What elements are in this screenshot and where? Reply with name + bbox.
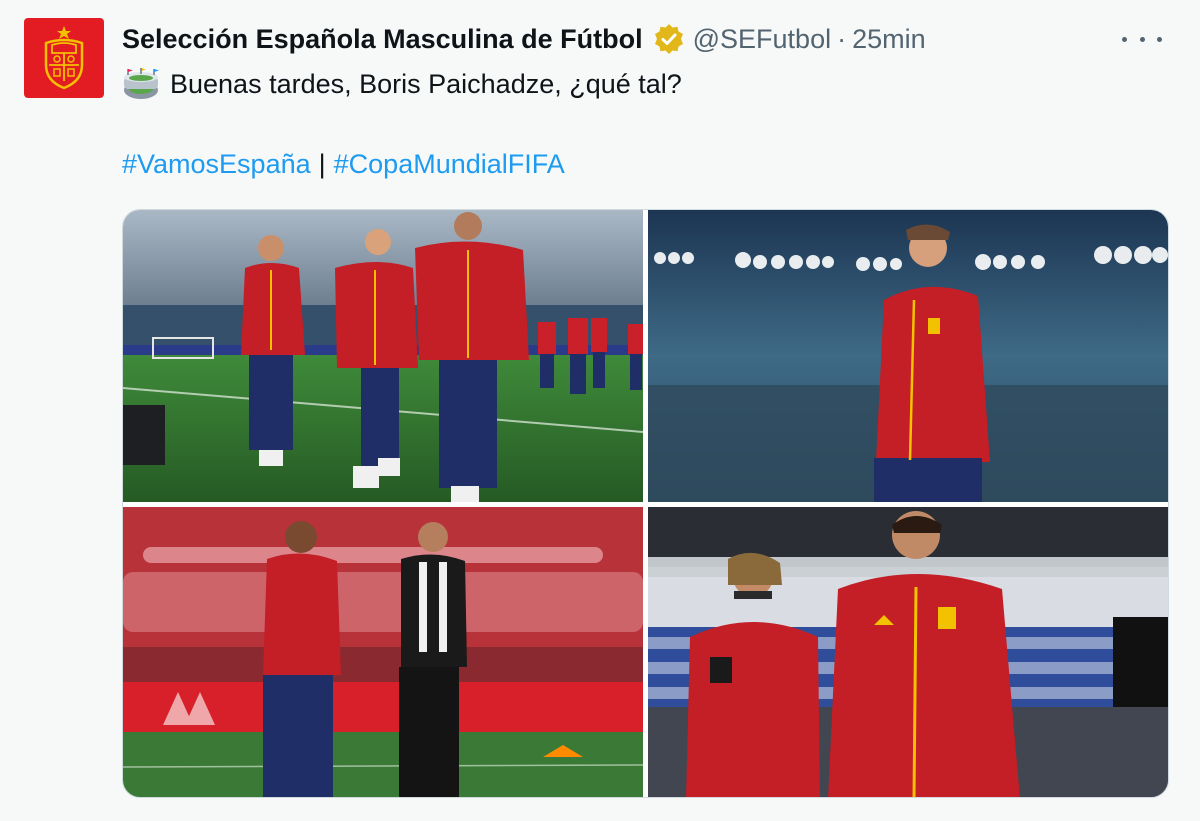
more-options-icon[interactable]: [1122, 26, 1162, 52]
account-handle[interactable]: @SEFutbol: [693, 24, 831, 55]
header-separator: ·: [837, 23, 847, 54]
tweet-body-text: Buenas tardes, Boris Paichadze, ¿qué tal…: [170, 68, 682, 99]
tweet-card[interactable]: Selección Española Masculina de Fútbol @…: [0, 0, 1200, 821]
hashtag-separator: |: [318, 148, 326, 179]
photo-player-and-staff-talking[interactable]: [123, 507, 643, 797]
tweet-text: Buenas tardes, Boris Paichadze, ¿qué tal…: [122, 64, 682, 104]
avatar[interactable]: [24, 18, 104, 98]
photo-players-with-phone[interactable]: [648, 507, 1168, 797]
media-grid: [122, 209, 1169, 798]
hashtag-link[interactable]: #VamosEspaña: [122, 149, 311, 180]
stadium-emoji-icon: [122, 67, 160, 101]
hashtag-line: #VamosEspaña | #CopaMundialFIFA: [122, 146, 565, 182]
photo-players-walking-pitch[interactable]: [123, 210, 643, 502]
display-name[interactable]: Selección Española Masculina de Fútbol: [122, 24, 643, 55]
spain-crest-icon: [44, 26, 84, 90]
photo-player-stadium-lights[interactable]: [648, 210, 1168, 502]
hashtag-link[interactable]: #CopaMundialFIFA: [334, 149, 565, 180]
verified-badge-icon[interactable]: [653, 23, 685, 55]
timestamp[interactable]: 25min: [852, 24, 926, 55]
tweet-header: Selección Española Masculina de Fútbol @…: [122, 20, 926, 58]
